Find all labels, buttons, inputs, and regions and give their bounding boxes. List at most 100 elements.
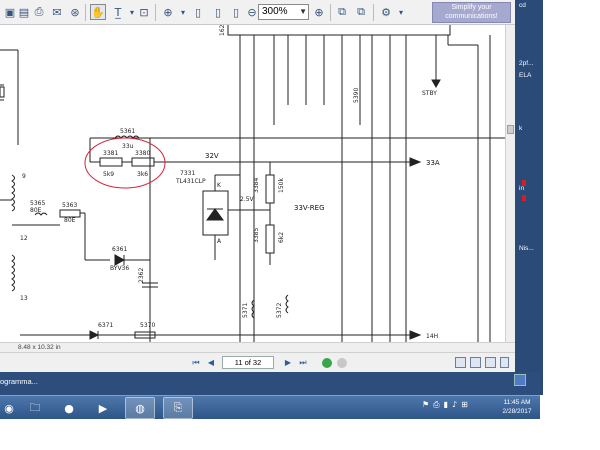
windows-taskbar: ◉ 🗀 ● ▶ ◍ ⎘ ⚑ ⎙ ▮ ♪ ⊞ 11:45 AM 2/28/2017 (0, 395, 540, 419)
media-player-icon[interactable]: ▶ (88, 397, 118, 419)
connector-block (227, 25, 451, 36)
background-text: in (519, 185, 525, 192)
zoom-level-field[interactable]: 300% ▼ (258, 4, 309, 20)
chevron-down-icon[interactable]: ▼ (299, 5, 307, 19)
toolbar-divider (330, 4, 331, 21)
label-3380: 3380 (135, 150, 150, 157)
status-bar: 8.48 x 10.32 in (0, 342, 515, 352)
background-text: cd (519, 2, 526, 9)
label-150k: 150k (278, 178, 285, 193)
page-layout-icon[interactable]: ⧉ (353, 4, 369, 20)
tray-printer-icon[interactable]: ⎙ (433, 400, 439, 410)
label-5372: 5372 (276, 303, 283, 318)
label-5390: 5390 (353, 88, 360, 103)
dropdown-arrow-icon[interactable]: ▾ (393, 4, 409, 20)
toolbar-divider (85, 4, 86, 21)
first-page-icon[interactable]: ⏮ (190, 357, 202, 369)
document-view[interactable]: 5361 3381 3380 5k9 3k6 33u 32V 7331 TL43… (0, 25, 505, 342)
actual-size-icon[interactable]: ▯ (190, 4, 206, 20)
tools-icon[interactable]: ⚙ (378, 4, 394, 20)
single-page-view-icon[interactable] (455, 357, 466, 368)
label-14h: 14H (426, 333, 438, 340)
status-marker-icon (522, 180, 526, 186)
promo-line-1: Simplify your (451, 4, 492, 11)
background-text: k (519, 125, 523, 132)
go-forward-icon[interactable] (322, 358, 332, 368)
fit-page-icon[interactable]: ▯ (210, 4, 226, 20)
firefox-icon[interactable]: ◍ (125, 397, 155, 419)
media-center-icon[interactable]: ● (54, 397, 84, 419)
last-page-icon[interactable]: ⏭ (297, 357, 309, 369)
label-5k9: 5k9 (103, 171, 114, 178)
toolbar-divider (155, 4, 156, 21)
label-pin-12: 12 (20, 235, 28, 242)
label-3k6: 3k6 (137, 171, 148, 178)
label-6k2: 6k2 (278, 232, 285, 243)
toolbar: ▣ ▤ ⎙ ✉ ⊛ ✋ T̲ ▾ ⊡ ⊕ ▾ ▯ ▯ ▯ ⊖ 300% ▼ ⊕ … (0, 0, 515, 25)
page-indicator: 11 of 32 (234, 358, 262, 367)
label-2-5v: 2.5V (240, 196, 255, 203)
label-tl431: TL431CLP (175, 178, 206, 185)
blank-area (0, 419, 600, 450)
fit-width-icon[interactable]: ▯ (228, 4, 244, 20)
tray-flag-icon[interactable]: ⚑ (422, 400, 429, 410)
window-label[interactable]: ogramma... (0, 377, 38, 386)
file-explorer-icon[interactable]: 🗀 (20, 397, 50, 419)
search-icon[interactable]: ⊛ (67, 4, 83, 20)
label-3381: 3381 (103, 150, 118, 157)
next-page-icon[interactable]: ▶ (282, 357, 294, 369)
label-5365: 5365 (30, 200, 45, 207)
clock-time: 11:45 AM (503, 399, 531, 406)
tray-signal-icon[interactable]: ▮ (444, 400, 448, 410)
pdf-reader-icon[interactable]: ⎘ (163, 397, 193, 419)
status-marker-icon (522, 195, 526, 201)
window-icon[interactable] (514, 374, 526, 386)
screen: { "toolbar": { "zoom_value": "300%", "pr… (0, 0, 600, 450)
print-icon[interactable]: ⎙ (31, 4, 47, 20)
window-strip (0, 372, 540, 395)
promo-banner[interactable]: Simplify your communications! (432, 2, 511, 23)
label-byv36: BYV36 (110, 265, 129, 272)
label-33v-reg: 33V-REG (294, 204, 325, 212)
label-5370: 5370 (140, 322, 155, 329)
label-33a: 33A (426, 159, 440, 167)
dropdown-arrow-icon[interactable]: ▾ (175, 4, 191, 20)
schematic-drawing: 5361 3381 3380 5k9 3k6 33u 32V 7331 TL43… (0, 25, 505, 342)
clock-date: 2/28/2017 (502, 408, 532, 415)
toolbar-divider (373, 4, 374, 21)
open-icon[interactable]: ▤ (16, 4, 32, 20)
system-tray: ⚑ ⎙ ▮ ♪ ⊞ (422, 400, 468, 410)
page-size-text: 8.48 x 10.32 in (18, 344, 61, 351)
email-icon[interactable]: ✉ (49, 4, 65, 20)
label-6371: 6371 (98, 322, 113, 329)
resize-grip-icon[interactable] (500, 357, 509, 368)
continuous-view-icon[interactable] (470, 357, 481, 368)
scrollbar-thumb[interactable] (507, 125, 514, 134)
label-a: A (217, 238, 222, 245)
page-number-field[interactable]: 11 of 32 (222, 356, 274, 369)
background-text: Nis... (519, 245, 534, 252)
rotate-icon[interactable]: ⧉ (334, 4, 350, 20)
label-7331: 7331 (180, 170, 195, 177)
hand-tool-icon[interactable]: ✋ (90, 4, 106, 20)
label-5361: 5361 (120, 128, 135, 135)
zoom-plus-icon[interactable]: ⊕ (311, 4, 327, 20)
background-text: 2pf... (519, 60, 534, 67)
tray-network-icon[interactable]: ⊞ (461, 400, 468, 410)
tray-volume-icon[interactable]: ♪ (452, 400, 457, 410)
label-stby: STBY (422, 90, 437, 97)
label-1627: 1627 (219, 25, 226, 36)
navigation-bar: ⏮ ◀ 11 of 32 ▶ ⏭ (0, 352, 515, 372)
label-80e-a: 80E (30, 207, 42, 214)
zoom-level-value: 300% (262, 6, 288, 17)
zoom-in-icon[interactable]: ⊕ (160, 4, 176, 20)
go-back-icon[interactable] (337, 358, 347, 368)
label-2362: 2362 (138, 268, 145, 283)
facing-view-icon[interactable] (485, 357, 496, 368)
vertical-scrollbar[interactable] (505, 25, 515, 342)
promo-line-2: communications! (445, 12, 498, 20)
snapshot-icon[interactable]: ⊡ (136, 4, 152, 20)
system-clock[interactable]: 11:45 AM 2/28/2017 (498, 398, 536, 416)
background-text: ELA (519, 72, 532, 79)
previous-page-icon[interactable]: ◀ (205, 357, 217, 369)
